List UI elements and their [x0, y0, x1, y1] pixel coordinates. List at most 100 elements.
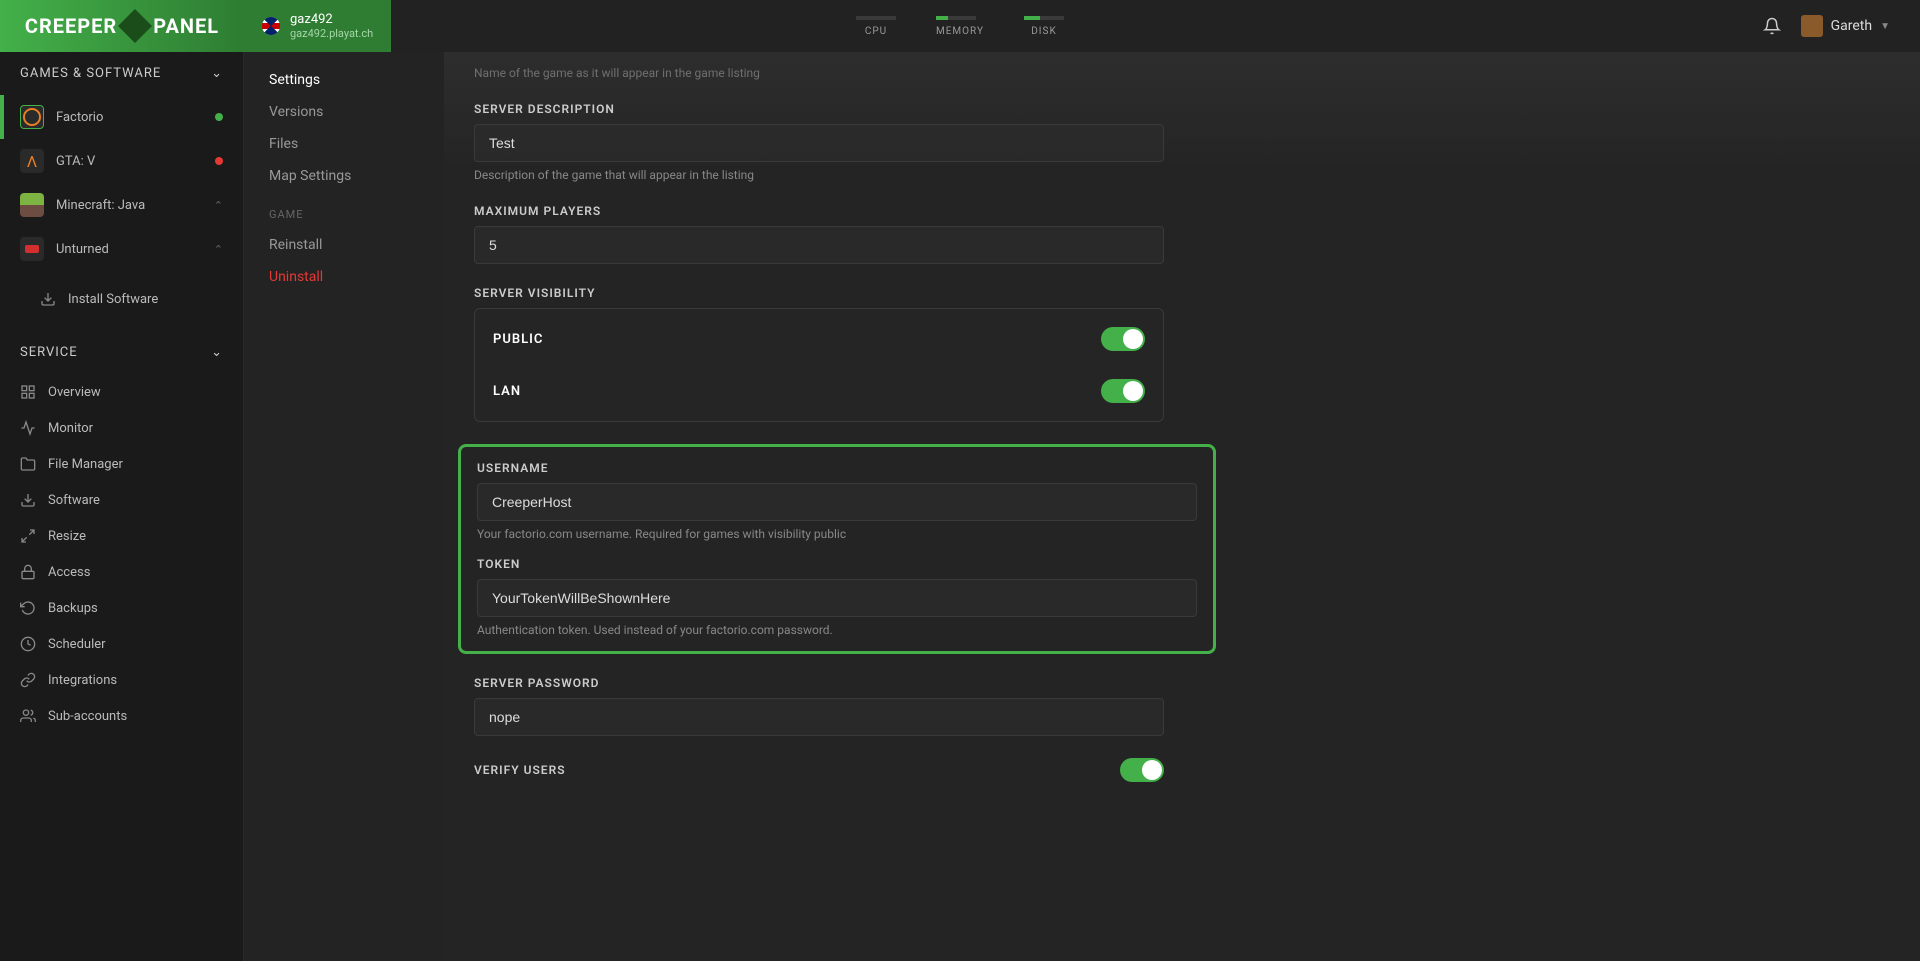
- subnav-settings[interactable]: Settings: [244, 64, 444, 96]
- sidebar-item-label: Scheduler: [48, 637, 106, 652]
- server-visibility-label: SERVER VISIBILITY: [474, 286, 1164, 300]
- sidebar-item-software[interactable]: Software: [0, 482, 243, 518]
- grid-icon: [20, 384, 36, 400]
- max-players-input[interactable]: [474, 226, 1164, 264]
- sidebar-item-label: GTA: V: [56, 154, 95, 169]
- avatar-icon: [1801, 15, 1823, 37]
- sidebar-item-label: Install Software: [68, 292, 158, 307]
- disk-usage[interactable]: DISK: [1024, 16, 1064, 37]
- chevron-down-icon: ⌄: [211, 66, 223, 81]
- token-hint: Authentication token. Used instead of yo…: [477, 623, 1197, 637]
- sidebar-item-label: Sub-accounts: [48, 709, 127, 724]
- server-host: gaz492.playat.ch: [290, 27, 373, 40]
- sidebar-item-minecraft[interactable]: Minecraft: Java ⌃: [0, 183, 243, 227]
- server-description-input[interactable]: [474, 124, 1164, 162]
- verify-users-label: VERIFY USERS: [474, 763, 566, 777]
- disk-bar-icon: [1024, 16, 1064, 20]
- cpu-usage[interactable]: CPU: [856, 16, 896, 37]
- uk-flag-icon: [262, 17, 280, 35]
- sidebar-item-scheduler[interactable]: Scheduler: [0, 626, 243, 662]
- sidebar-item-monitor[interactable]: Monitor: [0, 410, 243, 446]
- username-hint: Your factorio.com username. Required for…: [477, 527, 1197, 541]
- notifications-button[interactable]: [1763, 17, 1781, 35]
- subnav-versions[interactable]: Versions: [244, 96, 444, 128]
- bell-icon: [1763, 17, 1781, 35]
- factorio-icon: [20, 105, 44, 129]
- games-section-header[interactable]: GAMES & SOFTWARE ⌄: [0, 52, 243, 95]
- sidebar-item-factorio[interactable]: Factorio: [0, 95, 243, 139]
- sidebar-item-integrations[interactable]: Integrations: [0, 662, 243, 698]
- topbar: CREEPERPANEL gaz492 gaz492.playat.ch CPU…: [0, 0, 1920, 52]
- public-label: PUBLIC: [493, 332, 543, 347]
- sidebar-item-subaccounts[interactable]: Sub-accounts: [0, 698, 243, 734]
- usage-indicators: CPU MEMORY DISK: [856, 16, 1064, 37]
- chevron-down-icon: ⌃: [214, 243, 223, 256]
- sidebar-item-label: Resize: [48, 529, 86, 544]
- sidebar-item-label: Access: [48, 565, 90, 580]
- status-dot-icon: [215, 157, 223, 165]
- lan-label: LAN: [493, 384, 521, 399]
- server-selector[interactable]: gaz492 gaz492.playat.ch: [244, 0, 391, 52]
- link-icon: [20, 672, 36, 688]
- visibility-box: PUBLIC LAN: [474, 308, 1164, 422]
- gta-icon: Λ: [20, 149, 44, 173]
- rotate-icon: [20, 600, 36, 616]
- lan-toggle[interactable]: [1101, 379, 1145, 403]
- service-section-header[interactable]: SERVICE ⌄: [0, 331, 243, 374]
- sidebar-item-label: Overview: [48, 385, 101, 400]
- sidebar: GAMES & SOFTWARE ⌄ Factorio Λ GTA: V Min…: [0, 52, 244, 961]
- sidebar-item-label: Backups: [48, 601, 98, 616]
- subnav-game-header: GAME: [244, 200, 444, 229]
- max-players-label: MAXIMUM PLAYERS: [474, 204, 1164, 218]
- sidebar-item-label: Software: [48, 493, 100, 508]
- subnav-map-settings[interactable]: Map Settings: [244, 160, 444, 192]
- lock-icon: [20, 564, 36, 580]
- server-password-label: SERVER PASSWORD: [474, 676, 1164, 690]
- chevron-down-icon: ⌄: [211, 345, 223, 360]
- chevron-down-icon: ⌃: [214, 199, 223, 212]
- server-description-hint: Description of the game that will appear…: [474, 168, 1164, 182]
- memory-usage[interactable]: MEMORY: [936, 16, 984, 37]
- unturned-icon: [20, 237, 44, 261]
- activity-icon: [20, 420, 36, 436]
- sidebar-item-label: Minecraft: Java: [56, 198, 145, 213]
- download-icon: [40, 291, 56, 307]
- folder-icon: [20, 456, 36, 472]
- server-password-input[interactable]: [474, 698, 1164, 736]
- token-input[interactable]: [477, 579, 1197, 617]
- memory-bar-icon: [936, 16, 976, 20]
- username-input[interactable]: [477, 483, 1197, 521]
- sidebar-item-gta[interactable]: Λ GTA: V: [0, 139, 243, 183]
- cpu-bar-icon: [856, 16, 896, 20]
- maximize-icon: [20, 528, 36, 544]
- logo[interactable]: CREEPERPANEL: [0, 0, 244, 52]
- subnav-reinstall[interactable]: Reinstall: [244, 229, 444, 261]
- sidebar-item-label: File Manager: [48, 457, 123, 472]
- server-description-label: SERVER DESCRIPTION: [474, 102, 1164, 116]
- sub-sidebar: Settings Versions Files Map Settings GAM…: [244, 52, 444, 961]
- token-label: TOKEN: [477, 557, 1197, 571]
- server-name-hint: Name of the game as it will appear in th…: [474, 66, 1890, 80]
- verify-users-toggle[interactable]: [1120, 758, 1164, 782]
- logo-cube-icon: [118, 9, 152, 43]
- clock-icon: [20, 636, 36, 652]
- sidebar-item-access[interactable]: Access: [0, 554, 243, 590]
- subnav-files[interactable]: Files: [244, 128, 444, 160]
- user-name-label: Gareth: [1831, 18, 1872, 34]
- user-menu[interactable]: Gareth ▼: [1801, 15, 1890, 37]
- sidebar-item-file-manager[interactable]: File Manager: [0, 446, 243, 482]
- sidebar-item-label: Integrations: [48, 673, 117, 688]
- sidebar-item-label: Unturned: [56, 242, 109, 257]
- chevron-down-icon: ▼: [1880, 21, 1890, 32]
- install-software-button[interactable]: Install Software: [0, 281, 243, 317]
- credentials-highlight: USERNAME Your factorio.com username. Req…: [458, 444, 1216, 654]
- username-label: USERNAME: [477, 461, 1197, 475]
- status-dot-icon: [215, 113, 223, 121]
- sidebar-item-unturned[interactable]: Unturned ⌃: [0, 227, 243, 271]
- sidebar-item-resize[interactable]: Resize: [0, 518, 243, 554]
- sidebar-item-overview[interactable]: Overview: [0, 374, 243, 410]
- sidebar-item-label: Factorio: [56, 110, 103, 125]
- subnav-uninstall[interactable]: Uninstall: [244, 261, 444, 293]
- public-toggle[interactable]: [1101, 327, 1145, 351]
- sidebar-item-backups[interactable]: Backups: [0, 590, 243, 626]
